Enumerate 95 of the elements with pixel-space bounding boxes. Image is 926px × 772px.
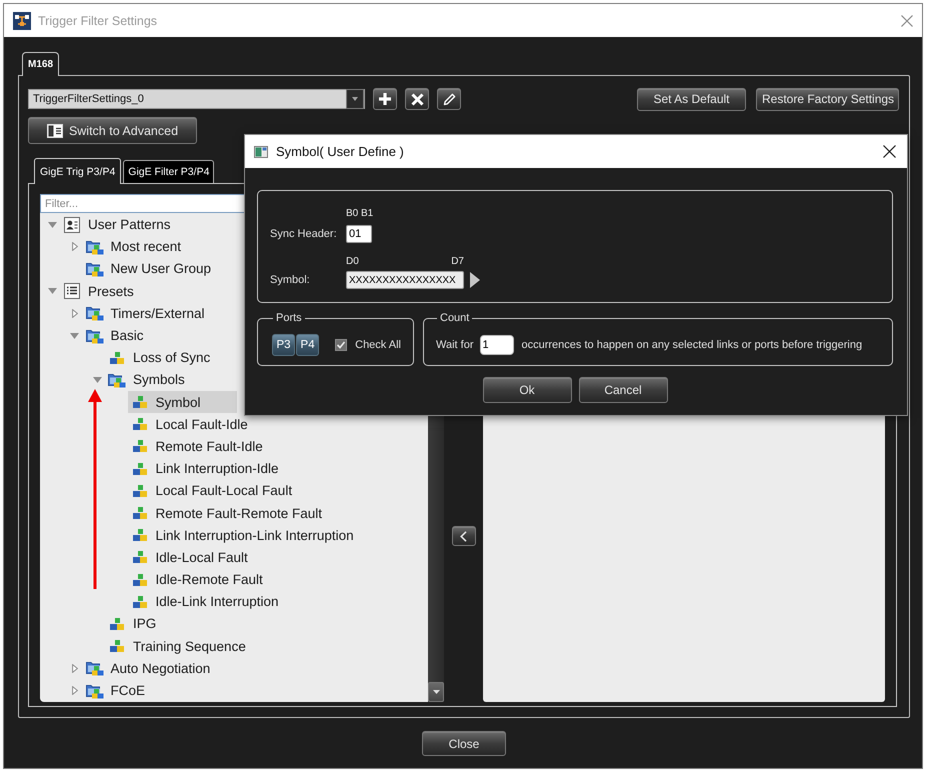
tree-item[interactable]: User Patterns [60, 214, 175, 236]
pencil-icon [442, 92, 456, 106]
tree-item[interactable]: Training Sequence [105, 635, 250, 658]
switch-mode-button[interactable]: Switch to Advanced [28, 117, 197, 144]
folder-icon [86, 260, 104, 277]
edit-button[interactable] [437, 88, 461, 110]
folder-icon [86, 328, 104, 344]
blocks-icon [132, 551, 146, 564]
close-button[interactable]: Close [422, 731, 506, 756]
app-icon [13, 12, 31, 30]
caret-right-icon[interactable] [72, 308, 78, 318]
delete-button[interactable] [405, 88, 429, 110]
tree-item[interactable]: Idle-Remote Fault [128, 568, 267, 591]
blocks-icon [132, 507, 146, 520]
window-title: Trigger Filter Settings [38, 14, 158, 28]
protocol-tab[interactable]: GigE Filter P3/P4 [123, 160, 214, 183]
protocol-tab[interactable]: GigE Trig P3/P4 [34, 158, 122, 184]
count-suffix-label: occurrences to happen on any selected links or ports before triggering [522, 339, 862, 351]
port-toggle-button[interactable]: P3 [272, 334, 296, 356]
tree-item[interactable]: Timers/External [82, 302, 209, 324]
blocks-icon [110, 352, 124, 364]
plus-icon [378, 92, 392, 106]
sync-header-field[interactable]: 01 [346, 225, 372, 243]
symbol-field[interactable]: XXXXXXXXXXXXXXXX [346, 271, 464, 289]
blocks-icon [132, 396, 146, 408]
tree-item[interactable]: Remote Fault-Remote Fault [128, 502, 326, 524]
tree-item[interactable]: New User Group [82, 258, 216, 280]
device-tab[interactable]: M168 [22, 52, 60, 76]
tree-item[interactable]: Auto Negotiation [82, 657, 214, 680]
bit-label: D0 [346, 255, 359, 269]
caret-down-icon[interactable] [48, 222, 56, 228]
list-icon [64, 283, 80, 300]
group-label: Count [439, 312, 470, 325]
tree-item[interactable]: Local Fault-Idle [128, 413, 252, 436]
preset-dropdown[interactable]: TriggerFilterSettings_0 [28, 89, 365, 109]
caret-down-icon[interactable] [70, 332, 79, 339]
checkbox[interactable] [335, 339, 348, 351]
dialog-button[interactable]: Ok [482, 377, 572, 403]
triangle-right-icon[interactable] [470, 272, 480, 288]
caret-right-icon[interactable] [72, 242, 78, 252]
caret-down-icon[interactable] [92, 376, 102, 383]
tree-item[interactable]: Local Fault-Local Fault [128, 480, 296, 502]
tree-item[interactable]: Symbol [128, 391, 237, 414]
tree-item[interactable]: Idle-Link Interruption [128, 590, 283, 613]
port-toggle-button[interactable]: P4 [296, 334, 320, 356]
blocks-icon [132, 462, 146, 475]
cross-icon [410, 92, 424, 106]
close-icon [882, 145, 896, 158]
blocks-icon [132, 440, 146, 452]
bit-label: D7 [451, 255, 464, 269]
toolbar-button[interactable]: Set As Default [637, 88, 746, 110]
tree-item[interactable]: Idle-Local Fault [128, 546, 252, 568]
tree-item[interactable]: Link Interruption-Link Interruption [128, 524, 358, 546]
tree-item[interactable]: Symbols [105, 368, 189, 391]
close-icon [901, 14, 913, 26]
dialog-button[interactable]: Cancel [578, 377, 668, 403]
field-label: Sync Header: [270, 228, 338, 240]
caret-right-icon[interactable] [72, 664, 78, 673]
tree-item[interactable]: FCoE [82, 679, 150, 702]
blocks-icon [132, 574, 146, 586]
tree-item[interactable]: Link Interruption-Idle [128, 458, 283, 480]
folder-icon [108, 372, 126, 388]
tree-item[interactable]: IPG [105, 612, 160, 636]
caret-right-icon[interactable] [72, 686, 78, 696]
chevron-left-icon [460, 530, 467, 542]
window-icon [254, 146, 268, 158]
toolbar-button[interactable]: Restore Factory Settings [756, 88, 899, 110]
user-card-icon [64, 216, 80, 233]
count-field[interactable]: 1 [480, 335, 514, 355]
tree-item[interactable]: Most recent [82, 236, 186, 258]
dialog-title: Symbol( User Define ) [276, 144, 405, 159]
panel-icon [46, 124, 63, 138]
blocks-icon [110, 640, 124, 652]
add-button[interactable] [373, 88, 397, 110]
group-label: Ports [275, 312, 303, 325]
blocks-icon [132, 418, 146, 430]
folder-icon [86, 238, 104, 255]
checkbox-label[interactable]: Check All [355, 339, 401, 351]
tree-item[interactable]: Remote Fault-Idle [128, 435, 267, 458]
tree-item[interactable]: Presets [60, 280, 138, 302]
blocks-icon [132, 529, 146, 542]
blocks-icon [110, 618, 124, 630]
folder-icon [86, 305, 104, 322]
move-left-button[interactable] [452, 526, 476, 546]
tree-item[interactable]: Loss of Sync [105, 346, 214, 369]
blocks-icon [132, 484, 146, 497]
tree-item[interactable]: Basic [82, 324, 148, 347]
count-prefix-label: Wait for [436, 339, 474, 351]
blocks-icon [132, 596, 146, 608]
scroll-down-button[interactable] [428, 682, 444, 702]
folder-icon [86, 660, 104, 676]
field-label: Symbol: [270, 274, 311, 286]
triangle-down-icon [432, 690, 440, 694]
caret-down-icon[interactable] [48, 288, 56, 294]
folder-icon [86, 682, 104, 699]
